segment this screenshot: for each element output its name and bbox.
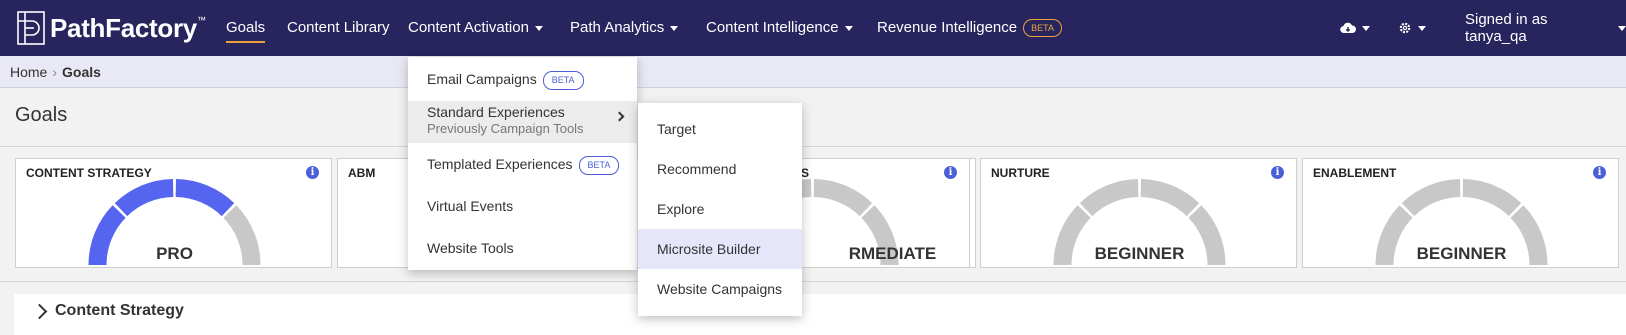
submenu-item-label: Target bbox=[657, 121, 696, 137]
submenu-item-microsite-builder[interactable]: Microsite Builder bbox=[638, 229, 802, 269]
gauge-segment-empty bbox=[1401, 179, 1461, 217]
section-label: Content Strategy bbox=[55, 302, 184, 319]
info-icon[interactable]: i bbox=[1271, 166, 1284, 179]
card-title: ABM bbox=[348, 166, 376, 180]
nav-content-library-label: Content Library bbox=[287, 19, 390, 36]
brand-name: PathFactory bbox=[50, 12, 197, 43]
nav-content-intelligence-label: Content Intelligence bbox=[706, 19, 839, 36]
chevron-down-icon bbox=[534, 25, 543, 31]
menu-item-label: Templated Experiences bbox=[427, 156, 573, 172]
gauge-segment-empty bbox=[813, 179, 873, 217]
chevron-down-icon bbox=[1362, 25, 1370, 31]
info-icon[interactable]: i bbox=[306, 166, 319, 179]
divider bbox=[0, 281, 1626, 282]
goal-card-enablement[interactable]: ENABLEMENT i BEGINNER bbox=[1302, 158, 1619, 268]
beta-badge: BETA bbox=[1023, 19, 1062, 38]
submenu-item-label: Explore bbox=[657, 201, 705, 217]
nav-path-analytics[interactable]: Path Analytics bbox=[570, 0, 679, 56]
menu-item-standard-experiences[interactable]: Standard Experiences Previously Campaign… bbox=[408, 101, 637, 143]
beta-badge: BETA bbox=[542, 70, 584, 90]
gear-icon bbox=[1399, 22, 1411, 34]
submenu-item-target[interactable]: Target bbox=[638, 109, 802, 149]
goal-card-nurture[interactable]: NURTURE i BEGINNER bbox=[980, 158, 1297, 268]
menu-item-label: Virtual Events bbox=[427, 198, 514, 214]
nav-revenue-intelligence-label: Revenue Intelligence bbox=[877, 19, 1018, 36]
user-label: Signed in as tanya_qa bbox=[1465, 11, 1548, 45]
gauge-segment-empty bbox=[1140, 179, 1200, 217]
brand-trademark: ™ bbox=[196, 15, 206, 25]
card-title: NURTURE bbox=[991, 166, 1050, 180]
goal-card-content-strategy[interactable]: CONTENT STRATEGY i PRO bbox=[15, 158, 332, 268]
submenu-item-label: Website Campaigns bbox=[657, 281, 783, 297]
submenu-item-explore[interactable]: Explore bbox=[638, 189, 802, 229]
nav-content-intelligence[interactable]: Content Intelligence bbox=[706, 0, 853, 56]
chevron-down-icon bbox=[1618, 25, 1626, 31]
gauge-segment-filled bbox=[175, 179, 235, 217]
gauge-segment-filled bbox=[114, 179, 174, 217]
content-strategy-section[interactable]: Content Strategy bbox=[14, 294, 1626, 335]
nav-content-activation[interactable]: Content Activation bbox=[408, 0, 543, 56]
nav-content-library[interactable]: Content Library bbox=[287, 0, 390, 56]
breadcrumb-current: Goals bbox=[62, 64, 101, 80]
nav-path-analytics-label: Path Analytics bbox=[570, 19, 665, 36]
page-title: Goals bbox=[15, 104, 68, 126]
breadcrumb-home[interactable]: Home bbox=[10, 64, 47, 80]
menu-item-label: Website Tools bbox=[427, 240, 514, 256]
menu-item-website-tools[interactable]: Website Tools bbox=[408, 227, 637, 269]
info-icon[interactable]: i bbox=[1593, 166, 1606, 179]
submenu-item-recommend[interactable]: Recommend bbox=[638, 149, 802, 189]
chevron-right-icon bbox=[614, 111, 625, 122]
menu-item-label: Email Campaigns bbox=[427, 71, 537, 87]
user-menu[interactable]: Signed in as tanya_qa bbox=[1465, 0, 1626, 56]
breadcrumb-separator: › bbox=[52, 64, 58, 80]
nav-content-activation-label: Content Activation bbox=[408, 19, 529, 36]
submenu-item-website-campaigns[interactable]: Website Campaigns bbox=[638, 269, 802, 309]
chevron-down-icon bbox=[844, 25, 853, 31]
gauge-segment-empty bbox=[1079, 179, 1139, 217]
submenu-item-label: Recommend bbox=[657, 161, 737, 177]
menu-item-templated-experiences[interactable]: Templated Experiences BETA bbox=[408, 143, 637, 185]
divider bbox=[0, 146, 1626, 147]
menu-item-virtual-events[interactable]: Virtual Events bbox=[408, 185, 637, 227]
submenu-item-label: Microsite Builder bbox=[657, 241, 761, 257]
menu-item-sublabel: Previously Campaign Tools bbox=[427, 121, 584, 136]
standard-experiences-submenu: Target Recommend Explore Microsite Build… bbox=[638, 103, 802, 316]
chevron-down-icon bbox=[1418, 25, 1426, 31]
pathfactory-logo[interactable]: PathFactory ™ bbox=[16, 10, 206, 46]
settings-menu[interactable] bbox=[1398, 0, 1426, 56]
breadcrumb: Home › Goals bbox=[0, 56, 1626, 88]
top-navbar: PathFactory ™ Goals Content Library Cont… bbox=[0, 0, 1626, 56]
cloud-menu[interactable] bbox=[1340, 0, 1370, 56]
goal-level: BEGINNER bbox=[1416, 244, 1507, 263]
menu-item-label: Standard Experiences bbox=[427, 104, 565, 120]
nav-goals-label: Goals bbox=[226, 19, 266, 43]
pathfactory-logo-icon bbox=[17, 11, 45, 45]
chevron-right-icon[interactable] bbox=[31, 303, 48, 320]
nav-revenue-intelligence[interactable]: Revenue Intelligence BETA bbox=[877, 0, 1062, 56]
goal-level: BEGINNER bbox=[1094, 244, 1185, 263]
beta-badge: BETA bbox=[578, 155, 620, 175]
info-icon[interactable]: i bbox=[944, 166, 957, 179]
gauge-segment-empty bbox=[1462, 179, 1522, 217]
menu-item-email-campaigns[interactable]: Email Campaigns BETA bbox=[408, 57, 637, 101]
content-activation-menu: Email Campaigns BETA Standard Experiences… bbox=[408, 57, 637, 270]
chevron-down-icon bbox=[670, 25, 679, 31]
nav-goals[interactable]: Goals bbox=[226, 0, 266, 56]
goal-level: PRO bbox=[156, 244, 193, 263]
cloud-download-icon bbox=[1340, 22, 1356, 34]
